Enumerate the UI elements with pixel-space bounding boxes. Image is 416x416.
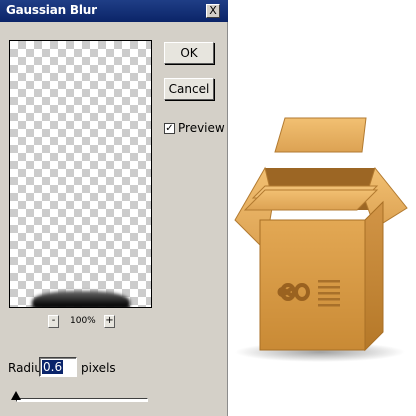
radius-value[interactable]: 0.6: [42, 360, 64, 374]
gaussian-blur-dialog: Gaussian Blur X OK Cancel ✓ Preview - 10…: [0, 0, 228, 416]
radius-slider-track[interactable]: [16, 398, 148, 402]
box-lid-top: [243, 189, 379, 211]
zoom-level: 100%: [70, 316, 96, 326]
blur-preview-pane[interactable]: [9, 40, 152, 308]
box-side: [364, 200, 384, 352]
dialog-titlebar[interactable]: Gaussian Blur X: [0, 0, 228, 22]
radius-units-label: pixels: [81, 361, 116, 375]
zoom-in-button[interactable]: +: [104, 315, 115, 328]
open-cardboard-box-icon: [234, 117, 408, 362]
close-icon[interactable]: X: [206, 4, 220, 18]
preview-label[interactable]: Preview: [178, 121, 225, 135]
preview-checkbox[interactable]: ✓: [164, 123, 175, 134]
cancel-button[interactable]: Cancel: [164, 78, 214, 100]
preview-shadow-image: [32, 291, 130, 307]
box-back-flap: [274, 117, 367, 153]
radius-input[interactable]: 0.6: [39, 357, 77, 377]
zoom-out-button[interactable]: -: [48, 315, 59, 328]
box-front: [259, 219, 366, 351]
radius-slider-thumb[interactable]: [11, 391, 21, 400]
ok-button[interactable]: OK: [164, 42, 214, 64]
dialog-title: Gaussian Blur: [6, 3, 97, 17]
